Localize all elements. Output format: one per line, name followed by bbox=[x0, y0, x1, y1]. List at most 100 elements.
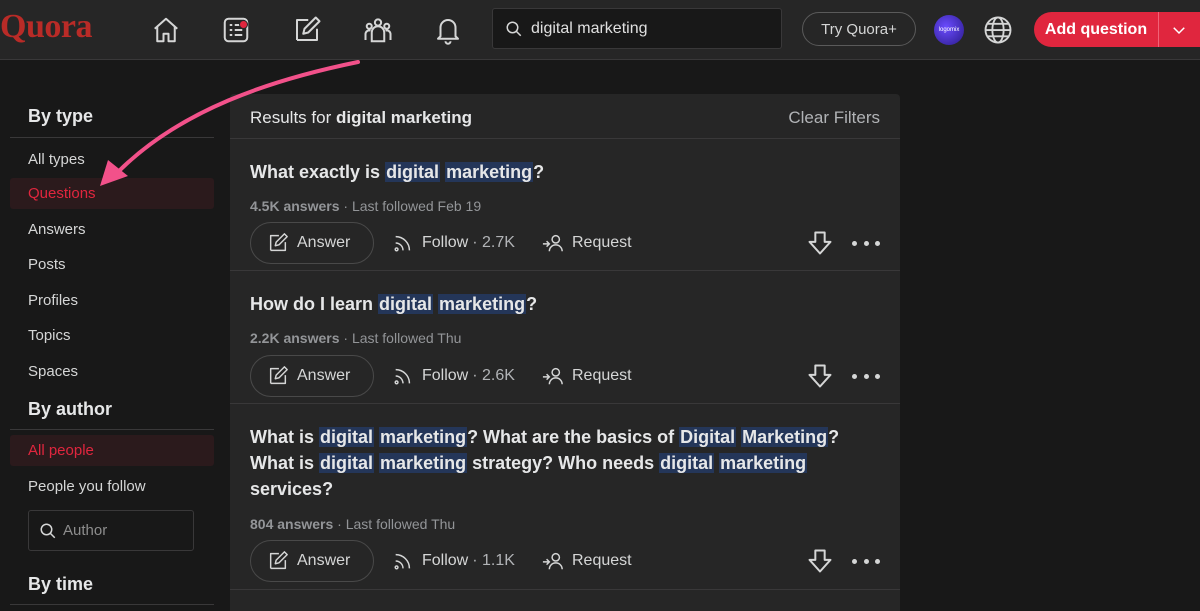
request-label: Request bbox=[572, 367, 632, 384]
add-question-button[interactable]: Add question bbox=[1034, 12, 1200, 47]
follow-rss-icon bbox=[394, 368, 411, 385]
by-type-heading: By type bbox=[28, 106, 94, 126]
request-person-icon bbox=[542, 367, 563, 385]
follow-button[interactable]: Follow · 2.7K bbox=[392, 222, 515, 264]
answer-button[interactable]: Answer bbox=[250, 355, 374, 397]
bell-icon[interactable] bbox=[430, 12, 466, 48]
author-input[interactable] bbox=[63, 522, 183, 539]
question-card: What exactly is digital marketing? 4.5K … bbox=[230, 139, 900, 271]
follow-label: Follow bbox=[422, 367, 469, 384]
downvote-icon[interactable] bbox=[806, 229, 834, 257]
search-input[interactable] bbox=[531, 19, 771, 38]
filter-posts[interactable]: Posts bbox=[10, 249, 214, 280]
follow-button[interactable]: Follow · 2.6K bbox=[392, 355, 515, 397]
try-quora-plus-button[interactable]: Try Quora+ bbox=[802, 12, 916, 46]
by-author-heading: By author bbox=[28, 399, 113, 419]
last-followed: · Last followed Thu bbox=[339, 330, 462, 346]
search-term-highlight: Digital bbox=[679, 427, 737, 447]
request-button[interactable]: Request bbox=[542, 355, 632, 397]
title-text: ? bbox=[533, 162, 545, 182]
filter-all-types[interactable]: All types bbox=[10, 144, 214, 175]
home-icon[interactable] bbox=[148, 12, 184, 48]
follow-count: · 2.6K bbox=[472, 367, 515, 384]
more-options-icon[interactable] bbox=[852, 362, 880, 390]
answer-count[interactable]: 2.2K answers bbox=[250, 330, 340, 346]
downvote-icon[interactable] bbox=[806, 547, 834, 575]
last-followed: · Last followed Feb 19 bbox=[339, 198, 482, 214]
answer-button[interactable]: Answer bbox=[250, 222, 374, 264]
divider bbox=[10, 137, 214, 138]
last-followed: · Last followed Thu bbox=[333, 516, 456, 532]
question-title[interactable]: What is digital marketing? What are the … bbox=[250, 424, 880, 502]
filter-all-people[interactable]: All people bbox=[10, 435, 214, 466]
follow-count: · 2.7K bbox=[472, 234, 515, 251]
avatar[interactable]: logomix bbox=[934, 15, 964, 45]
search-term-highlight: digital bbox=[659, 453, 715, 473]
follow-label: Follow bbox=[422, 552, 469, 569]
search-term-highlight: digital bbox=[319, 427, 375, 447]
downvote-icon[interactable] bbox=[806, 362, 834, 390]
filter-profiles[interactable]: Profiles bbox=[10, 285, 214, 316]
filter-people-you-follow[interactable]: People you follow bbox=[10, 471, 214, 502]
search-term-highlight: digital bbox=[385, 162, 441, 182]
search-icon bbox=[40, 523, 56, 538]
question-card: How do I learn digital marketing? 2.2K a… bbox=[230, 271, 900, 404]
results-header: Results for digital marketing Clear Filt… bbox=[230, 94, 900, 139]
pencil-icon bbox=[269, 551, 288, 570]
quora-logo[interactable]: Quora bbox=[0, 8, 92, 46]
question-card: What is digital marketing? What are the … bbox=[230, 404, 900, 590]
clear-filters-link[interactable]: Clear Filters bbox=[788, 108, 880, 128]
request-label: Request bbox=[572, 552, 632, 569]
title-text: What exactly is bbox=[250, 162, 386, 182]
follow-rss-icon bbox=[394, 235, 411, 252]
question-meta: 4.5K answers · Last followed Feb 19 bbox=[250, 198, 481, 214]
answer-label: Answer bbox=[297, 552, 351, 569]
answer-count[interactable]: 4.5K answers bbox=[250, 198, 340, 214]
top-bar: Quora Try Quora+ logomix Add question bbox=[0, 0, 1200, 60]
divider bbox=[10, 429, 214, 430]
search-term-highlight: digital bbox=[378, 294, 434, 314]
question-title[interactable]: What exactly is digital marketing? bbox=[250, 159, 880, 185]
globe-icon[interactable] bbox=[983, 15, 1013, 45]
following-feed-icon[interactable] bbox=[218, 12, 254, 48]
more-options-icon[interactable] bbox=[852, 547, 880, 575]
results-prefix: Results for bbox=[250, 108, 332, 127]
request-button[interactable]: Request bbox=[542, 540, 632, 582]
request-label: Request bbox=[572, 234, 632, 251]
search-term-highlight: marketing bbox=[379, 453, 468, 473]
filter-spaces[interactable]: Spaces bbox=[10, 356, 214, 387]
follow-rss-icon bbox=[394, 553, 411, 570]
title-text: How do I learn bbox=[250, 294, 379, 314]
answer-button[interactable]: Answer bbox=[250, 540, 374, 582]
more-options-icon[interactable] bbox=[852, 229, 880, 257]
follow-count: · 1.1K bbox=[472, 552, 515, 569]
results-query: digital marketing bbox=[335, 108, 473, 127]
spaces-icon[interactable] bbox=[360, 12, 396, 48]
author-search[interactable] bbox=[28, 510, 194, 551]
search-term-highlight: marketing bbox=[445, 162, 534, 182]
filter-answers[interactable]: Answers bbox=[10, 214, 214, 245]
search-term-highlight: marketing bbox=[438, 294, 527, 314]
question-title[interactable]: How do I learn digital marketing? bbox=[250, 291, 880, 317]
request-person-icon bbox=[542, 552, 563, 570]
results-title: Results for digital marketing bbox=[250, 108, 472, 128]
notification-dot bbox=[239, 20, 248, 29]
pencil-icon bbox=[269, 233, 288, 252]
filter-topics[interactable]: Topics bbox=[10, 320, 214, 351]
add-question-label: Add question bbox=[1044, 20, 1148, 38]
request-button[interactable]: Request bbox=[542, 222, 632, 264]
title-text: ? What are the basics of bbox=[467, 427, 680, 447]
answer-icon[interactable] bbox=[289, 12, 325, 48]
title-text: strategy? Who needs bbox=[467, 453, 660, 473]
filter-questions[interactable]: Questions bbox=[10, 178, 214, 209]
answer-count[interactable]: 804 answers bbox=[250, 516, 333, 532]
pencil-icon bbox=[269, 366, 288, 385]
question-meta: 2.2K answers · Last followed Thu bbox=[250, 330, 461, 346]
search-bar[interactable] bbox=[492, 8, 782, 49]
follow-button[interactable]: Follow · 1.1K bbox=[392, 540, 515, 582]
request-person-icon bbox=[542, 234, 563, 252]
divider bbox=[10, 604, 214, 605]
follow-label: Follow bbox=[422, 234, 469, 251]
answer-label: Answer bbox=[297, 367, 351, 384]
chevron-down-icon[interactable] bbox=[1159, 21, 1199, 39]
